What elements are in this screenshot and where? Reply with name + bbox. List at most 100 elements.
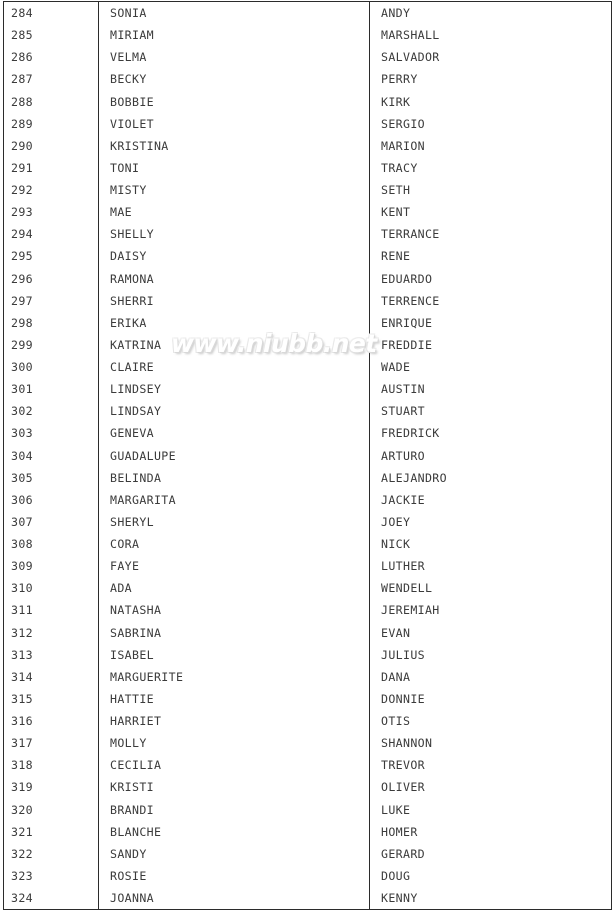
cell-index: 284 <box>3 1 99 25</box>
cell-female-name: MARGUERITE <box>98 665 370 688</box>
cell-female-name: HATTIE <box>98 687 370 710</box>
table-row: 314 MARGUERITE DANA <box>3 665 612 688</box>
cell-index: 313 <box>3 643 99 666</box>
table-body: 284 SONIA ANDY 285 MIRIAM MARSHALL 286 VELMA SAL… <box>3 1 612 910</box>
table-row: 312 SABRINA EVAN <box>3 621 612 644</box>
cell-female-name: MOLLY <box>98 732 370 755</box>
cell-female-name: TONI <box>98 156 370 179</box>
cell-male-name: JOEY <box>381 514 411 529</box>
cell-male-name: DONNIE <box>381 691 425 706</box>
cell-index: 291 <box>3 156 99 179</box>
cell-female-name: BECKY <box>98 68 370 91</box>
cell-index: 299 <box>3 333 99 356</box>
document-page: 284 SONIA ANDY 285 MIRIAM MARSHALL 286 VELMA SAL… <box>0 0 615 913</box>
cell-male-name: ANDY <box>381 6 411 20</box>
cell-female-name: SHELLY <box>98 223 370 246</box>
cell-female-name: KRISTI <box>98 776 370 799</box>
cell-index: 307 <box>3 510 99 533</box>
cell-male-name: LUKE <box>381 802 411 817</box>
table-row: 292 MISTY SETH <box>3 179 612 202</box>
cell-male-name: MARION <box>381 138 425 153</box>
table-row: 315 HATTIE DONNIE <box>3 687 612 710</box>
table-row: 286 VELMA SALVADOR <box>3 46 612 69</box>
cell-male-name: TERRANCE <box>381 227 440 242</box>
cell-female-name: SONIA <box>98 1 370 25</box>
cell-male-name: NICK <box>381 537 411 551</box>
cell-male-name: SETH <box>381 183 411 197</box>
cell-male-name: HOMER <box>381 824 418 839</box>
cell-index: 324 <box>3 887 99 910</box>
table-row: 306 MARGARITA JACKIE <box>3 488 612 511</box>
cell-female-name: LINDSAY <box>98 400 370 423</box>
cell-female-name: CORA <box>98 533 370 556</box>
cell-male-name: MARSHALL <box>381 28 440 43</box>
cell-female-name: DAISY <box>98 245 370 268</box>
table-row: 300 CLAIRE WADE <box>3 356 612 379</box>
cell-female-name: SHERRI <box>98 289 370 312</box>
cell-male-name: TERRENCE <box>381 293 440 308</box>
cell-female-name: SANDY <box>98 842 370 865</box>
cell-female-name: VELMA <box>98 46 370 69</box>
cell-index: 294 <box>3 223 99 246</box>
cell-index: 309 <box>3 555 99 578</box>
cell-female-name: MAE <box>98 201 370 224</box>
cell-index: 295 <box>3 245 99 268</box>
cell-male-name: SALVADOR <box>381 50 440 65</box>
cell-female-name: GENEVA <box>98 422 370 445</box>
cell-male-name: ARTURO <box>381 448 425 463</box>
cell-index: 289 <box>3 112 99 135</box>
table-row: 305 BELINDA ALEJANDRO <box>3 466 612 489</box>
table-row: 296 RAMONA EDUARDO <box>3 267 612 290</box>
table-row: 297 SHERRI TERRENCE <box>3 289 612 312</box>
cell-index: 285 <box>3 24 99 47</box>
table-row: 313 ISABEL JULIUS <box>3 643 612 666</box>
cell-male-name: LUTHER <box>381 559 425 574</box>
cell-male-name: TREVOR <box>381 758 425 773</box>
cell-index: 292 <box>3 179 99 202</box>
cell-male-name: JEREMIAH <box>381 603 440 618</box>
table-row: 302 LINDSAY STUART <box>3 400 612 423</box>
cell-index: 303 <box>3 422 99 445</box>
cell-male-name: STUART <box>381 404 425 419</box>
table-row: 317 MOLLY SHANNON <box>3 732 612 755</box>
cell-index: 310 <box>3 577 99 600</box>
cell-female-name: LINDSEY <box>98 378 370 401</box>
cell-index: 320 <box>3 798 99 821</box>
cell-male-name: ALEJANDRO <box>381 470 447 485</box>
table-row: 290 KRISTINA MARION <box>3 134 612 157</box>
cell-female-name: KRISTINA <box>98 134 370 157</box>
cell-male-name: WENDELL <box>381 581 433 596</box>
table-row: 319 KRISTI OLIVER <box>3 776 612 799</box>
cell-index: 302 <box>3 400 99 423</box>
table-row: 318 CECILIA TREVOR <box>3 754 612 777</box>
cell-male-name: EDUARDO <box>381 271 433 286</box>
cell-index: 312 <box>3 621 99 644</box>
cell-female-name: BLANCHE <box>98 820 370 843</box>
table-row: 323 ROSIE DOUG <box>3 864 612 887</box>
cell-male-name: ENRIQUE <box>381 315 433 330</box>
cell-index: 287 <box>3 68 99 91</box>
table-row: 298 ERIKA ENRIQUE <box>3 311 612 334</box>
table-row: 301 LINDSEY AUSTIN <box>3 378 612 401</box>
cell-female-name: CLAIRE <box>98 356 370 379</box>
name-list-table: 284 SONIA ANDY 285 MIRIAM MARSHALL 286 VELMA SAL… <box>3 1 612 911</box>
cell-male-name: SHANNON <box>381 736 433 751</box>
cell-index: 321 <box>3 820 99 843</box>
table-row: 307 SHERYL JOEY <box>3 510 612 533</box>
cell-index: 288 <box>3 90 99 113</box>
cell-female-name: FAYE <box>98 555 370 578</box>
cell-male-name: JULIUS <box>381 647 425 662</box>
cell-index: 305 <box>3 466 99 489</box>
table-row: 289 VIOLET SERGIO <box>3 112 612 135</box>
cell-index: 293 <box>3 201 99 224</box>
table-row: 293 MAE KENT <box>3 201 612 224</box>
table-row: 291 TONI TRACY <box>3 156 612 179</box>
table-row: 309 FAYE LUTHER <box>3 555 612 578</box>
cell-index: 301 <box>3 378 99 401</box>
table-row: 294 SHELLY TERRANCE <box>3 223 612 246</box>
table-row: 287 BECKY PERRY <box>3 68 612 91</box>
cell-index: 319 <box>3 776 99 799</box>
cell-male-name: OLIVER <box>381 780 425 795</box>
cell-male-name: DANA <box>381 669 411 684</box>
cell-male-name: PERRY <box>381 72 418 87</box>
